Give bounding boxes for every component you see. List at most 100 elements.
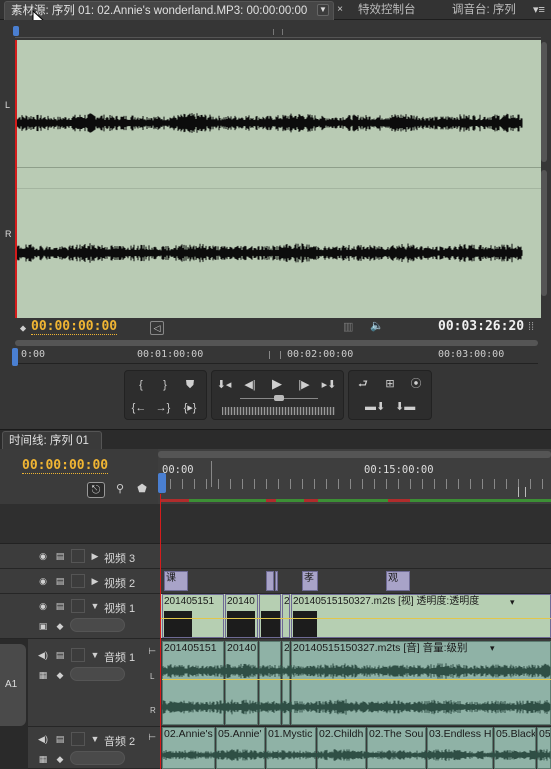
- mini-playhead-marker[interactable]: [13, 26, 19, 36]
- jog-wheel[interactable]: [222, 407, 335, 415]
- track-resize-icon[interactable]: ⊢: [146, 646, 158, 656]
- edit-point-icon[interactable]: ⚲: [112, 482, 128, 496]
- settings-icon[interactable]: ⁞⁞: [524, 320, 538, 334]
- timeline-ruler[interactable]: 00:00 00:15:00:00: [158, 449, 551, 504]
- fit-zoom-icon[interactable]: ◁: [150, 321, 164, 335]
- keyframe-nav-pill[interactable]: [70, 751, 125, 765]
- track-header-video1: ◉ ▤ ▼ 视频 1 ▣ ◆: [0, 594, 160, 639]
- vertical-scrollbar-bottom[interactable]: [541, 170, 547, 296]
- step-back-icon[interactable]: ◀|: [242, 378, 258, 392]
- monitor-zoom-bar[interactable]: [15, 340, 538, 346]
- set-in-icon[interactable]: {: [135, 378, 147, 392]
- film-icon[interactable]: ▤: [54, 601, 66, 611]
- set-out-icon[interactable]: }: [159, 378, 171, 392]
- output-mode-icon[interactable]: ⦿: [407, 377, 425, 391]
- expand-arrow-icon[interactable]: ▼: [89, 601, 101, 611]
- audio-sync-icon[interactable]: ▤: [54, 734, 66, 744]
- track-audio1[interactable]: 201405151 20140 2 20140515150327.m2ts [音…: [160, 639, 551, 727]
- timeline-current-timecode[interactable]: 00:00:00:00: [22, 458, 109, 474]
- film-icon[interactable]: ▤: [54, 551, 66, 561]
- monitor-playhead-handle[interactable]: [12, 348, 18, 366]
- waveform-display-icon[interactable]: ▦: [37, 754, 49, 764]
- vertical-scrollbar-top[interactable]: [541, 42, 547, 162]
- overlay-icon[interactable]: ⬇▬: [395, 400, 415, 414]
- track-resize-icon[interactable]: ⊢: [146, 732, 158, 742]
- lock-toggle[interactable]: [71, 549, 85, 563]
- snap-icon[interactable]: ⎋: [87, 482, 105, 498]
- marker-icon[interactable]: ⬥: [18, 321, 28, 335]
- add-marker-icon[interactable]: ⬟: [134, 482, 150, 496]
- output-icon[interactable]: ▥: [343, 320, 353, 334]
- clip-video2[interactable]: [266, 571, 274, 591]
- tab-audio-mixer[interactable]: 调音台: 序列: [446, 1, 542, 20]
- go-to-in-icon[interactable]: {←: [131, 401, 147, 415]
- timeline-zoom-bar[interactable]: [158, 451, 551, 458]
- film-icon[interactable]: ▤: [54, 576, 66, 586]
- lock-toggle[interactable]: [71, 732, 85, 746]
- source-dropdown-icon[interactable]: ▼: [317, 4, 329, 16]
- track-video2[interactable]: 课 孝 观: [160, 569, 551, 594]
- keyframe-nav-pill[interactable]: [70, 667, 125, 681]
- tab-timeline[interactable]: 时间线: 序列 01: [2, 431, 102, 450]
- insert-icon[interactable]: ▬⬇: [365, 400, 385, 414]
- target-track-badge[interactable]: A1: [0, 644, 26, 726]
- shuttle-handle[interactable]: [274, 395, 284, 401]
- expand-arrow-icon[interactable]: ▶: [89, 576, 101, 586]
- expand-arrow-icon[interactable]: ▶: [89, 551, 101, 561]
- go-to-out-icon[interactable]: →}: [155, 401, 171, 415]
- waveform-display[interactable]: [15, 40, 541, 318]
- clip-video2[interactable]: 观: [386, 571, 410, 591]
- track-video1[interactable]: 201405151 20140 2 20140515150327.m2ts [视…: [160, 594, 551, 639]
- volume-line[interactable]: [162, 679, 551, 680]
- waveform-display-icon[interactable]: ▦: [37, 670, 49, 680]
- track-audio2[interactable]: 02.Annie's 05.Annie' 01.Mystic 02.Childh…: [160, 727, 551, 769]
- lock-toggle[interactable]: [71, 648, 85, 662]
- clip-video2[interactable]: 孝: [302, 571, 318, 591]
- speaker-icon[interactable]: 🔈: [369, 319, 385, 333]
- opacity-line[interactable]: [160, 618, 551, 619]
- panel-menu-icon[interactable]: ▾≡: [532, 3, 546, 17]
- prev-marker-icon[interactable]: ⬇◂: [215, 378, 233, 392]
- expand-arrow-icon[interactable]: ▼: [89, 650, 101, 660]
- safe-margins-icon[interactable]: ⊞: [381, 377, 399, 391]
- display-style-icon[interactable]: ▣: [37, 621, 49, 631]
- keyframe-icon[interactable]: ◆: [54, 670, 66, 680]
- clip-video1[interactable]: 20140: [225, 594, 258, 638]
- clip-video2[interactable]: 课: [164, 571, 188, 591]
- clip-video1[interactable]: [259, 594, 281, 638]
- clip-video2[interactable]: [275, 571, 278, 591]
- play-icon[interactable]: ▶: [269, 377, 285, 391]
- play-in-to-out-icon[interactable]: {▸}: [179, 401, 201, 415]
- speaker-icon[interactable]: ◀): [37, 734, 49, 744]
- loop-icon[interactable]: ⮐: [354, 377, 372, 391]
- keyframe-icon[interactable]: ◆: [54, 621, 66, 631]
- tab-effect-controls[interactable]: 特效控制台: [352, 1, 437, 20]
- lock-toggle[interactable]: [71, 599, 85, 613]
- clip-video1[interactable]: 201405151: [162, 594, 224, 638]
- work-area-end-handle[interactable]: [518, 487, 526, 497]
- eye-icon[interactable]: ◉: [37, 576, 49, 586]
- speaker-icon[interactable]: ◀): [37, 650, 49, 660]
- audio-sync-icon[interactable]: ▤: [54, 650, 66, 660]
- timeline-playhead-handle[interactable]: [158, 473, 166, 493]
- monitor-current-timecode[interactable]: 00:00:00:00: [31, 319, 118, 335]
- chevron-down-icon[interactable]: ▾: [490, 642, 495, 655]
- chevron-down-icon[interactable]: ▾: [510, 595, 515, 609]
- eye-icon[interactable]: ◉: [37, 551, 49, 561]
- set-marker-icon[interactable]: ⛊: [183, 378, 197, 392]
- close-tab-icon[interactable]: ×: [335, 3, 345, 17]
- clip-video1[interactable]: 2: [282, 594, 290, 638]
- step-forward-icon[interactable]: |▶: [296, 378, 312, 392]
- keyframe-nav-pill[interactable]: [70, 618, 125, 632]
- lock-toggle[interactable]: [71, 574, 85, 588]
- monitor-time-ruler[interactable]: 0:00 00:01:00:00 00:02:00:00 00:03:00:00: [15, 348, 538, 364]
- zoom-handle-icon[interactable]: [273, 29, 283, 35]
- track-video3[interactable]: [160, 544, 551, 569]
- keyframe-icon[interactable]: ◆: [54, 754, 66, 764]
- expand-arrow-icon[interactable]: ▼: [89, 734, 101, 744]
- tab-source[interactable]: 素材源: 序列 01: 02.Annie's wonderland.MP3: 0…: [4, 1, 334, 20]
- next-marker-icon[interactable]: ▸⬇: [320, 378, 338, 392]
- clip-video1-label: 2: [284, 596, 290, 607]
- clip-video1[interactable]: 20140515150327.m2ts [视] 透明度:透明度 ▾: [291, 594, 551, 638]
- eye-icon[interactable]: ◉: [37, 601, 49, 611]
